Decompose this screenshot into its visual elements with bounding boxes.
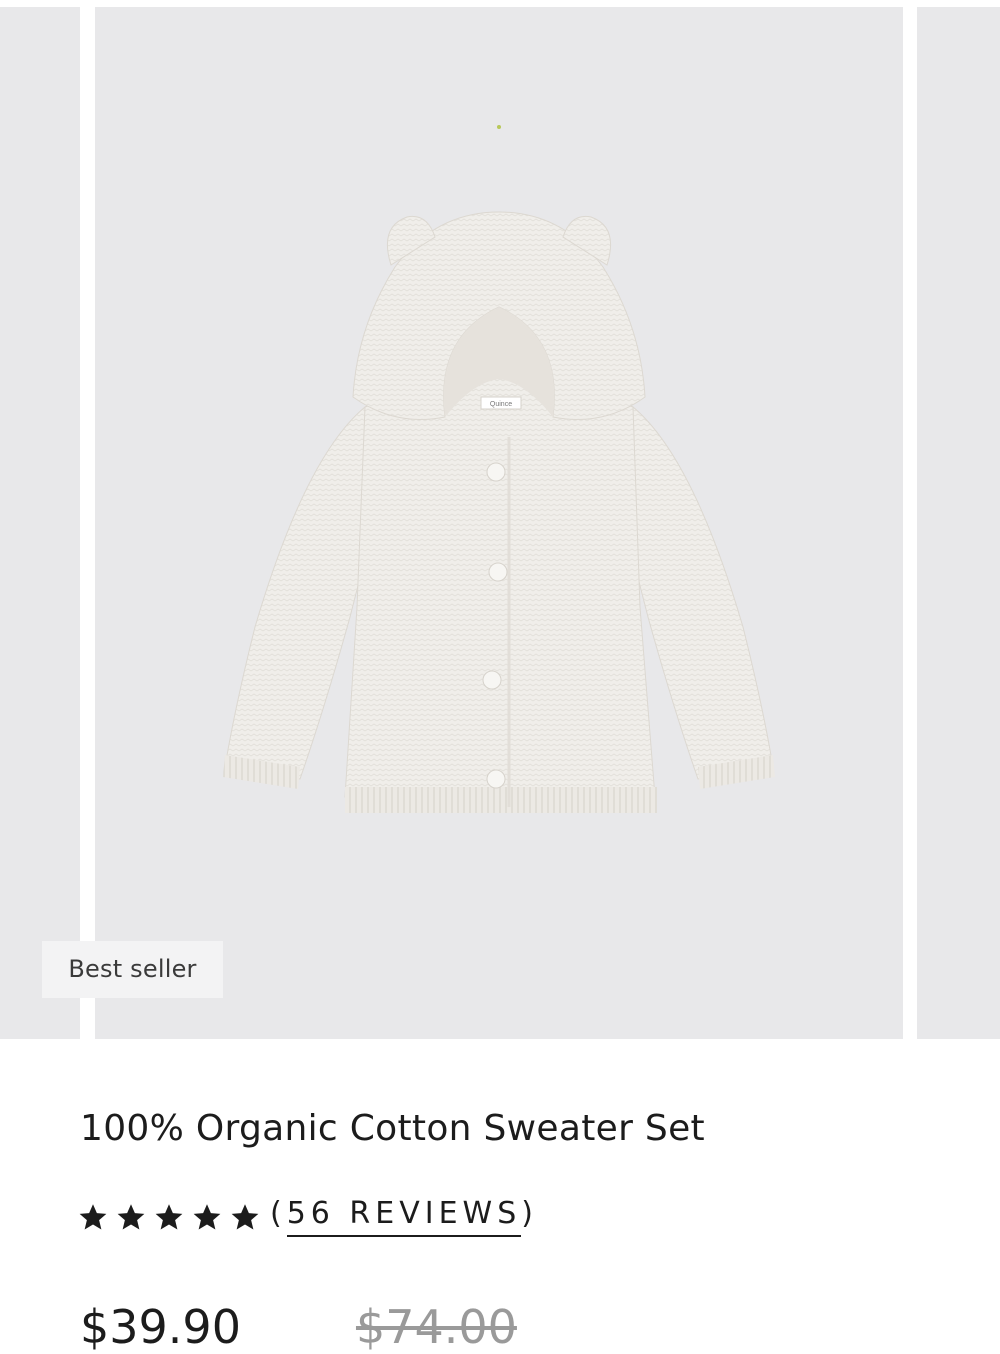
star-icon: [193, 1204, 221, 1230]
star-icon: [231, 1204, 259, 1230]
product-title[interactable]: 100% Organic Cotton Sweater Set: [80, 1108, 705, 1149]
reviews-open-paren: (: [270, 1196, 287, 1231]
reviews-close-paren: ): [521, 1196, 538, 1231]
sale-price: $39.90: [80, 1300, 241, 1354]
image-carousel[interactable]: Quince Best seller: [0, 0, 1000, 1040]
star-icon: [155, 1204, 183, 1230]
price-row: $39.90 $74.00: [80, 1300, 517, 1354]
original-price: $74.00: [355, 1300, 517, 1354]
next-image-peek[interactable]: [917, 7, 1000, 1039]
rating-row: ( 56 REVIEWS ): [78, 1196, 538, 1242]
star-rating: [78, 1202, 260, 1232]
svg-text:Quince: Quince: [490, 401, 512, 408]
previous-image-peek[interactable]: [0, 7, 80, 1039]
best-seller-badge: Best seller: [42, 941, 223, 998]
product-image: Quince: [223, 125, 775, 813]
star-icon: [117, 1204, 145, 1230]
reviews-count-label[interactable]: 56 REVIEWS: [286, 1196, 522, 1237]
reviews-link[interactable]: ( 56 REVIEWS ): [270, 1196, 538, 1237]
star-icon: [79, 1204, 107, 1230]
